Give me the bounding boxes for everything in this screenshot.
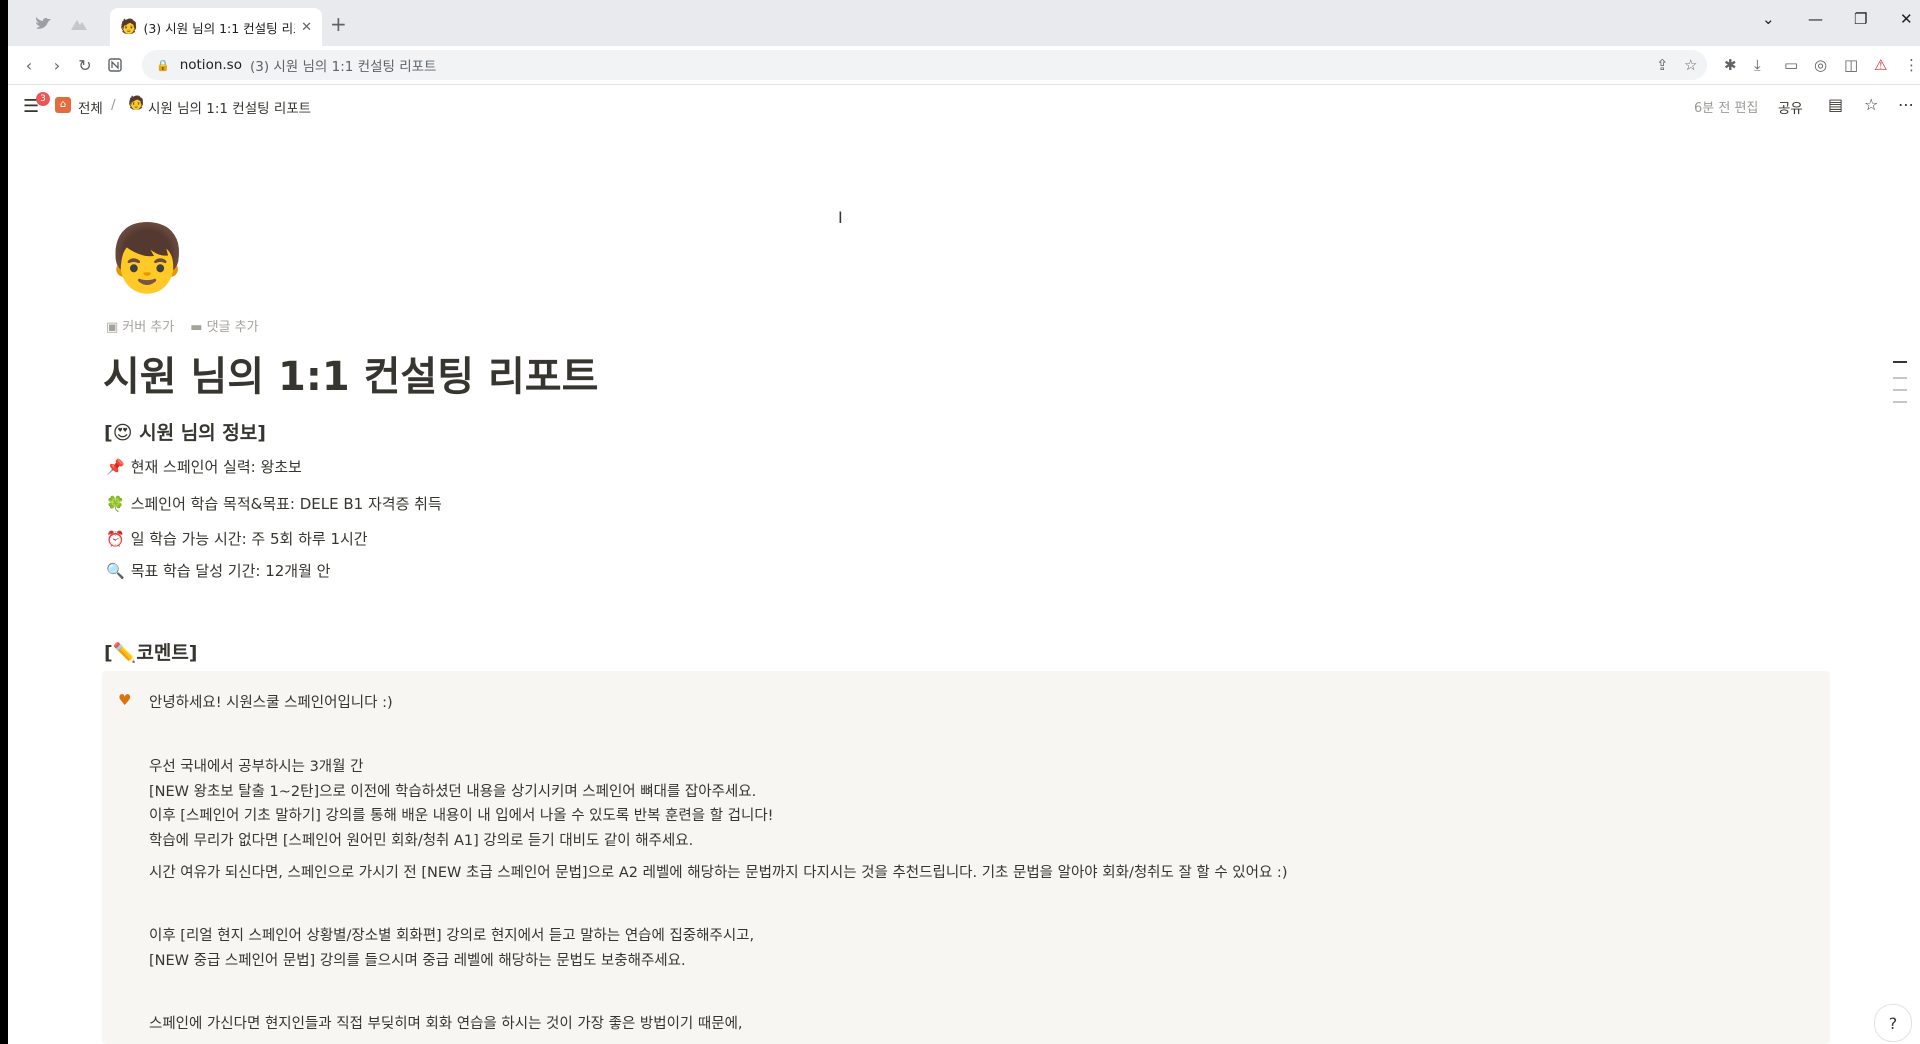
text-cursor-icon: I bbox=[838, 208, 843, 227]
info-line-level[interactable]: 📌 현재 스페인어 실력: 왕초보 bbox=[106, 456, 302, 477]
add-cover-button[interactable]: ▣ 커버 추가 bbox=[106, 316, 174, 335]
breadcrumb-separator: / bbox=[111, 97, 116, 113]
breadcrumb-page[interactable]: 시원 님의 1:1 컨설팅 리포트 bbox=[148, 97, 311, 117]
restore-icon[interactable]: ❐ bbox=[1854, 10, 1867, 28]
breadcrumb-page-icon: 🧑 bbox=[128, 96, 145, 111]
screenshot-icon[interactable]: ◎ bbox=[1814, 56, 1827, 74]
breadcrumb-workspace[interactable]: 전체 bbox=[78, 97, 103, 117]
window-edge bbox=[0, 0, 8, 1044]
info-line-time[interactable]: ⏰ 일 학습 가능 시간: 주 5회 하루 1시간 bbox=[106, 528, 368, 549]
outline-mark[interactable] bbox=[1893, 377, 1907, 379]
pinned-tab-bird-icon[interactable] bbox=[28, 10, 58, 38]
new-tab-button[interactable]: + bbox=[330, 14, 347, 34]
alarm-clock-icon: ⏰ bbox=[106, 530, 125, 548]
favorite-star-icon[interactable]: ☆ bbox=[1864, 95, 1878, 114]
share-page-icon[interactable]: ⇪ bbox=[1656, 56, 1669, 74]
orange-heart-icon[interactable]: ♥ bbox=[118, 691, 131, 709]
warning-icon[interactable]: ⚠ bbox=[1874, 56, 1887, 74]
callout-line[interactable]: [NEW 중급 스페인어 문법] 강의를 들으시며 중급 레벨에 해당하는 문법… bbox=[149, 949, 686, 970]
last-edited-label: 6분 전 편집 bbox=[1694, 101, 1759, 116]
side-panel-icon[interactable]: ◫ bbox=[1844, 56, 1858, 74]
camera-icon[interactable]: ▭ bbox=[1784, 56, 1798, 74]
lock-icon[interactable]: 🔒 bbox=[156, 59, 170, 72]
url-page-title: (3) 시원 님의 1:1 컨설팅 리포트 bbox=[249, 59, 437, 75]
magnifier-icon: 🔍 bbox=[106, 562, 125, 580]
comment-callout[interactable]: ♥ 안녕하세요! 시원스쿨 스페인어입니다 :) 우선 국내에서 공부하시는 3… bbox=[102, 671, 1830, 1044]
outline-mark[interactable] bbox=[1893, 389, 1907, 391]
help-icon: ? bbox=[1888, 1013, 1898, 1033]
active-tab[interactable]: 🧑 (3) 시원 님의 1:1 컨설팅 리포트 ✕ bbox=[110, 8, 322, 46]
callout-line[interactable]: 시간 여유가 되신다면, 스페인으로 가시기 전 [NEW 초급 스페인어 문법… bbox=[149, 861, 1287, 882]
tab-title: (3) 시원 님의 1:1 컨설팅 리포트 bbox=[143, 20, 295, 36]
info-heading[interactable]: [😍 시원 님의 정보] bbox=[104, 418, 266, 445]
bookmark-star-icon[interactable]: ☆ bbox=[1684, 56, 1697, 74]
callout-line[interactable]: 이후 [스페인어 기초 말하기] 강의를 통해 배운 내용이 내 입에서 나올 … bbox=[149, 804, 773, 825]
image-icon: ▣ bbox=[106, 320, 119, 335]
pencil-emoji-icon: ✏️ bbox=[112, 642, 137, 664]
comment-heading[interactable]: [✏️코멘트] bbox=[104, 638, 197, 665]
notion-topbar: ☰ 3 ⌂ 전체 / 🧑 시원 님의 1:1 컨설팅 리포트 6분 전 편집 공… bbox=[8, 85, 1920, 125]
callout-line[interactable]: [NEW 왕초보 탈출 1~2탄]으로 이전에 학습하셨던 내용을 상기시키며 … bbox=[149, 780, 756, 801]
help-button[interactable]: ? bbox=[1874, 1004, 1912, 1042]
share-button[interactable]: 공유 bbox=[1778, 97, 1803, 117]
comments-icon[interactable]: ▤ bbox=[1828, 95, 1843, 114]
callout-line[interactable]: 이후 [리얼 현지 스페인어 상황별/장소별 회화편] 강의로 현지에서 듣고 … bbox=[149, 924, 754, 945]
address-bar[interactable]: 🔒 notion.so (3) 시원 님의 1:1 컨설팅 리포트 bbox=[142, 50, 1707, 80]
callout-line[interactable]: 학습에 무리가 없다면 [스페인어 원어민 회화/청취 A1] 강의로 듣기 대… bbox=[149, 829, 693, 850]
pushpin-icon: 📌 bbox=[106, 458, 125, 476]
browser-toolbar: ‹ › ↻ 🔒 notion.so (3) 시원 님의 1:1 컨설팅 리포트 … bbox=[8, 46, 1920, 85]
outline-mark[interactable] bbox=[1893, 401, 1907, 403]
tab-favicon-icon: 🧑 bbox=[120, 19, 138, 35]
page-actions: ▣ 커버 추가 ▬ 댓글 추가 bbox=[106, 316, 259, 335]
reload-icon[interactable]: ↻ bbox=[74, 54, 96, 76]
browser-menu-icon[interactable]: ⋮ bbox=[1904, 56, 1919, 74]
comment-icon: ▬ bbox=[190, 320, 203, 335]
outline-mark[interactable] bbox=[1893, 361, 1907, 363]
callout-line[interactable]: 안녕하세요! 시원스쿨 스페인어입니다 :) bbox=[149, 691, 393, 712]
callout-line[interactable]: 우선 국내에서 공부하시는 3개월 간 bbox=[149, 755, 363, 776]
url-domain: notion.so bbox=[179, 57, 242, 73]
tab-search-chevron-icon[interactable]: ⌄ bbox=[1762, 10, 1775, 28]
extensions-puzzle-icon[interactable]: ✱ bbox=[1724, 56, 1737, 74]
clover-icon: 🍀 bbox=[106, 495, 125, 513]
callout-line[interactable]: 스페인에 가신다면 현지인들과 직접 부딪히며 회화 연습을 하시는 것이 가장… bbox=[149, 1012, 743, 1033]
back-icon[interactable]: ‹ bbox=[18, 54, 40, 76]
close-window-icon[interactable]: ✕ bbox=[1900, 10, 1913, 28]
workspace-home-icon[interactable]: ⌂ bbox=[55, 97, 71, 113]
pinned-tab-icon[interactable] bbox=[64, 10, 94, 38]
heart-eyes-emoji-icon: 😍 bbox=[112, 422, 133, 444]
notion-site-icon[interactable] bbox=[104, 54, 126, 76]
page-title[interactable]: 시원 님의 1:1 컨설팅 리포트 bbox=[103, 344, 598, 402]
tab-close-icon[interactable]: ✕ bbox=[301, 20, 312, 35]
browser-tab-strip: 🧑 (3) 시원 님의 1:1 컨설팅 리포트 ✕ + ⌄ — ❐ ✕ bbox=[8, 0, 1920, 46]
more-options-icon[interactable]: ⋯ bbox=[1898, 95, 1914, 114]
download-icon[interactable]: ⤓ bbox=[1754, 56, 1761, 74]
notification-badge: 3 bbox=[36, 92, 50, 106]
info-line-goal[interactable]: 🍀 스페인어 학습 목적&목표: DELE B1 자격증 취득 bbox=[106, 493, 442, 514]
minimize-icon[interactable]: — bbox=[1808, 10, 1823, 28]
page-icon[interactable]: 👦 bbox=[106, 224, 188, 294]
add-comment-button[interactable]: ▬ 댓글 추가 bbox=[190, 316, 258, 335]
forward-icon[interactable]: › bbox=[46, 54, 68, 76]
info-line-period[interactable]: 🔍 목표 학습 달성 기간: 12개월 안 bbox=[106, 560, 330, 581]
